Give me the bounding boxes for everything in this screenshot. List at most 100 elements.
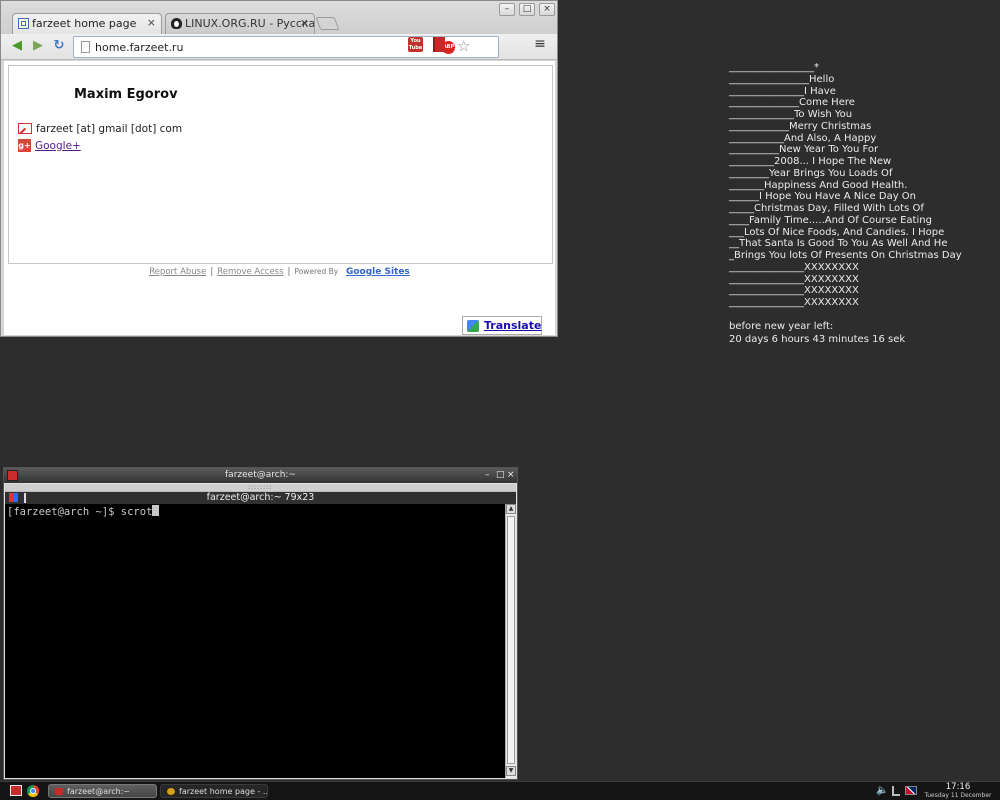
note-line: ____________Merry Christmas [729,120,872,132]
google-plus-icon: g+ [18,139,31,152]
browser-task-icon [167,788,175,795]
terminal-screen[interactable]: [farzeet@arch ~]$ scrot [5,504,505,778]
keyboard-layout-flag-icon[interactable] [905,786,917,795]
remove-access-link[interactable]: Remove Access [217,267,283,277]
gmail-icon [18,123,32,134]
note-line: _____Christmas Day, Filled With Lots Of [729,203,924,214]
note-line: _______________XXXXXXXX [729,273,859,285]
scrollbar-thumb[interactable] [507,516,515,764]
prompt-text: [farzeet@arch ~]$ scrot [7,506,153,518]
page-title: Maxim Egorov [74,87,178,102]
network-icon[interactable] [892,786,900,796]
volume-icon[interactable]: 🔈 [876,785,888,797]
maximize-button[interactable]: □ [496,468,505,483]
taskbar-item-terminal[interactable]: farzeet@arch:~ [48,784,157,798]
new-tab-button[interactable] [315,17,340,30]
google-sites-link[interactable]: Google Sites [346,267,410,277]
clock-date: Tuesday 11 December [924,792,992,799]
countdown-value: 20 days 6 hours 43 minutes 16 sek [729,333,906,345]
note-line: _________________* [729,62,819,73]
address-url: home.farzeet.ru [95,41,184,54]
terminal-tab-title: farzeet@arch:~ 79x23 [206,492,315,503]
maximize-button[interactable]: □ [519,3,535,16]
note-line: ______________Come Here [729,97,855,109]
bookmarks-extension-icon[interactable] [433,37,445,52]
desktop-christmas-note: _________________* ________________Hello _… [729,62,962,309]
terminal-prompt: [farzeet@arch ~]$ scrot [7,505,160,518]
tab-linux-org-ru[interactable]: LINUX.ORG.RU - Русская × [165,13,315,34]
menu-icon[interactable]: ≡ [533,37,547,52]
tab-divider [24,493,26,503]
reload-button[interactable]: ↻ [51,38,67,54]
site-favicon-icon [18,18,29,29]
browser-tab-strip: farzeet home page × LINUX.ORG.RU - Русск… [1,1,557,34]
bookmark-star-icon[interactable]: ☆ [457,38,470,55]
forward-arrow-icon: ▶ [33,38,43,53]
tab-farzeet-home[interactable]: farzeet home page × [12,13,162,34]
note-line: _____________To Wish You [729,109,853,120]
forward-button[interactable]: ▶ [30,38,46,54]
text-cursor [152,505,160,516]
email-text: farzeet [at] gmail [dot] com [36,123,183,135]
note-line: _______Happiness And Good Health. [729,179,908,191]
reload-icon: ↻ [53,38,65,53]
terminal-window: farzeet@arch:~ – □ × :::::::: farzeet@ar… [3,467,518,780]
report-abuse-link[interactable]: Report Abuse [149,267,206,277]
tab-label: LINUX.ORG.RU - Русская [185,17,315,30]
note-line: _______________XXXXXXXX [729,261,859,273]
translate-icon [467,320,479,332]
browser-window: farzeet home page × LINUX.ORG.RU - Русск… [0,0,558,337]
note-line: _________2008... I Hope The New [729,156,892,167]
countdown-label: before new year left: [729,321,834,332]
scroll-down-arrow-icon[interactable]: ▼ [506,766,516,776]
translate-label: Translate [484,319,542,332]
note-line: ______I Hope You Have A Nice Day On [729,191,916,203]
terminal-app-icon[interactable] [7,470,18,481]
note-line: ________Year Brings You Loads Of [729,167,893,179]
close-window-button[interactable]: × [507,468,515,483]
footer-separator: | [210,267,214,277]
tab-label: farzeet home page [32,17,137,30]
task-label: farzeet@arch:~ [67,787,131,796]
terminal-scrollbar[interactable]: ▲ ▼ [505,504,516,778]
terminal-task-icon [55,788,63,795]
google-plus-link[interactable]: Google+ [35,140,81,152]
back-arrow-icon: ◀ [12,38,22,53]
browser-toolbar: ◀ ▶ ↻ home.farzeet.ru ABP ☆ You Tube ≡ [1,34,557,60]
powered-by-text: Powered By [294,267,339,276]
terminal-tab[interactable]: farzeet@arch:~ 79x23 [5,492,516,504]
note-line: _______________XXXXXXXX [729,297,859,308]
note-line: _______________I Have [729,85,836,97]
back-button[interactable]: ◀ [9,38,25,54]
start-menu-icon[interactable] [10,785,22,796]
scroll-up-arrow-icon[interactable]: ▲ [506,504,516,514]
youtube-extension-icon[interactable]: You Tube [408,37,423,52]
terminal-title: farzeet@arch:~ [225,470,296,480]
minimize-button[interactable]: – [485,468,490,483]
note-line: ___________And Also, A Happy [729,132,877,144]
grip-dots: :::::::: [248,484,273,491]
note-line: ___Lots Of Nice Foods, And Candies. I Ho… [729,226,945,238]
tux-favicon-icon [171,18,182,29]
note-line: __That Santa Is Good To You As Well And … [729,238,948,250]
close-tab-icon[interactable]: × [147,16,156,29]
page-footer: Report Abuse | Remove Access | Powered By Go… [4,267,555,277]
page-frame: Maxim Egorov farzeet [at] gmail [dot] co… [8,65,553,264]
note-line: _Brings You lots Of Presents On Christma… [729,250,962,261]
terminal-drag-handle[interactable]: :::::::: [5,484,516,492]
note-line: __________New Year To You For [729,144,879,156]
note-line: ________________Hello [729,73,835,85]
close-tab-icon[interactable]: × [300,16,309,29]
note-line: ____Family Time.....And Of Course Eating [729,214,932,226]
terminal-titlebar[interactable]: farzeet@arch:~ – □ × [4,468,517,483]
task-label: farzeet home page - ... [179,787,268,796]
page-content: Maxim Egorov farzeet [at] gmail [dot] co… [4,61,555,335]
page-icon [81,41,90,53]
translate-button[interactable]: Translate [462,316,542,335]
minimize-button[interactable]: – [499,3,515,16]
terminal-tab-icon [9,493,18,502]
taskbar-item-browser[interactable]: farzeet home page - ... [160,784,268,798]
taskbar: farzeet@arch:~ farzeet home page - ... 🔈… [0,781,1000,800]
close-window-button[interactable]: × [539,3,555,16]
chrome-launcher-icon[interactable] [27,785,39,797]
